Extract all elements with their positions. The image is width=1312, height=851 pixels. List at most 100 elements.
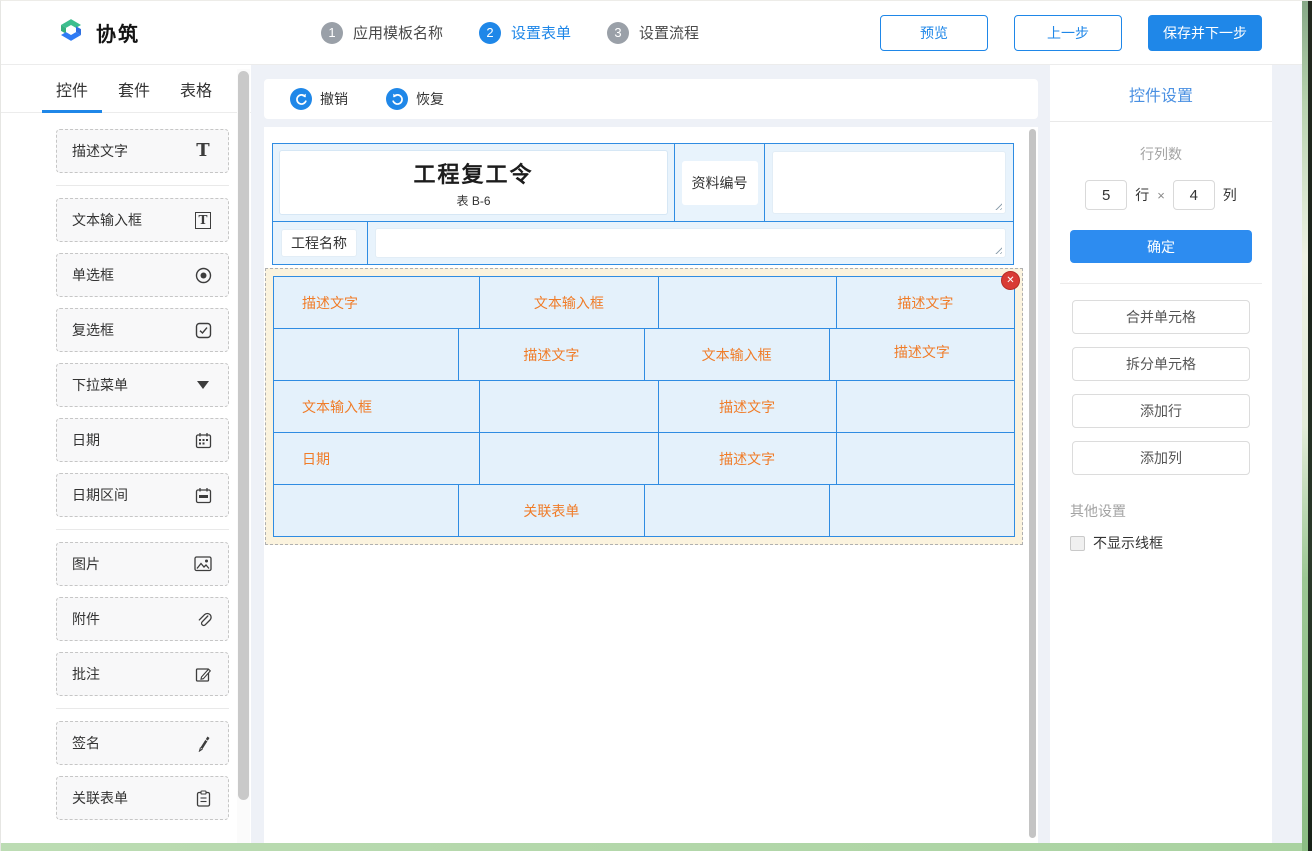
widget-item-关联表单[interactable]: 关联表单 [56,776,229,820]
table-cell-文本输入框[interactable]: 文本输入框 [480,277,658,329]
project-name-label[interactable]: 工程名称 [281,229,357,257]
table-action-拆分单元格[interactable]: 拆分单元格 [1072,347,1250,381]
hide-border-checkbox[interactable] [1070,536,1085,551]
widget-item-批注[interactable]: 批注 [56,652,229,696]
widget-item-日期[interactable]: 日期 [56,418,229,462]
widget-item-描述文字[interactable]: 描述文字 T [56,129,229,173]
app-logo: 协筑 [56,15,140,50]
preview-button[interactable]: 预览 [880,15,988,51]
table-cell-empty[interactable] [837,433,1015,485]
widget-group-divider [56,708,229,709]
header-actions: 预览 上一步 保存并下一步 [880,15,1262,51]
table-action-合并单元格[interactable]: 合并单元格 [1072,300,1250,334]
sidebar-tabs: 控件套件表格 [1,65,251,113]
form-title: 工程复工令 [413,157,533,189]
table-cell-empty[interactable] [480,381,658,433]
wizard-step-1[interactable]: 1应用模板名称 [321,22,443,44]
widget-group-divider [56,185,229,186]
table-cell-描述文字[interactable]: 描述文字 [659,381,837,433]
table-cell-empty[interactable] [480,433,658,485]
times-sign: × [1157,188,1165,203]
table-cell-empty[interactable] [659,277,837,329]
previous-step-button[interactable]: 上一步 [1014,15,1122,51]
project-name-input-cell [368,222,1013,264]
widget-item-日期区间[interactable]: 日期区间 [56,473,229,517]
table-cell-empty[interactable] [837,381,1015,433]
widget-item-label: 文本输入框 [72,210,142,230]
calendar-icon [193,432,213,449]
widget-item-label: 日期 [72,430,100,450]
desktop-edge-bottom [1,843,1303,851]
sidebar-scrollbar-thumb[interactable] [238,71,249,800]
save-next-button[interactable]: 保存并下一步 [1148,15,1262,51]
form-canvas: 工程复工令 表 B-6 资料编号 工程名称 [264,127,1038,851]
wizard-step-2[interactable]: 2设置表单 [479,22,571,44]
sidebar-tab-套件[interactable]: 套件 [118,65,150,112]
rowcol-label: 行列数 [1070,144,1252,164]
redo-button[interactable]: 恢复 [386,88,444,110]
cols-unit: 列 [1223,185,1237,205]
canvas-scrollbar-thumb[interactable] [1029,129,1036,838]
text-icon: T [193,142,213,160]
widget-item-label: 日期区间 [72,485,128,505]
widget-item-签名[interactable]: 签名 [56,721,229,765]
other-settings-label: 其他设置 [1070,501,1252,521]
table-cell-文本输入框[interactable]: 文本输入框 [645,329,830,381]
checkbox-icon [193,322,213,339]
sidebar-tab-表格[interactable]: 表格 [180,65,212,112]
project-name-cell: 工程名称 [273,222,368,264]
table-cell-描述文字[interactable]: 描述文字 [830,329,1015,381]
step-label: 设置表单 [511,22,571,43]
canvas-column: 撤销 恢复 [264,65,1038,851]
form-title-widget[interactable]: 工程复工令 表 B-6 [279,150,668,215]
selected-table-widget[interactable]: ✕ 描述文字文本输入框描述文字描述文字文本输入框描述文字文本输入框描述文字日期描… [265,268,1023,545]
widget-item-复选框[interactable]: 复选框 [56,308,229,352]
widget-list: 描述文字 T 文本输入框T 单选框复选框下拉菜单日期日期区间图片附件批注签名关联表单 [1,113,251,839]
table-cell-empty[interactable] [645,485,830,537]
widget-item-下拉菜单[interactable]: 下拉菜单 [56,363,229,407]
doc-number-textarea[interactable] [772,151,1006,214]
table-cell-描述文字[interactable]: 描述文字 [274,277,480,329]
rows-input[interactable] [1085,180,1127,210]
canvas-toolbar: 撤销 恢复 [264,79,1038,119]
sidebar-tab-控件[interactable]: 控件 [56,65,88,112]
wizard-step-3[interactable]: 3设置流程 [607,22,699,44]
form-table: 描述文字文本输入框描述文字描述文字文本输入框描述文字文本输入框描述文字日期描述文… [273,276,1015,537]
widget-item-附件[interactable]: 附件 [56,597,229,641]
widget-item-单选框[interactable]: 单选框 [56,253,229,297]
logo-icon [56,15,86,50]
widget-item-label: 签名 [72,733,100,753]
table-action-添加列[interactable]: 添加列 [1072,441,1250,475]
table-cell-日期[interactable]: 日期 [274,433,480,485]
table-cell-描述文字[interactable]: 描述文字 [459,329,644,381]
table-cell-描述文字[interactable]: 描述文字 [837,277,1015,329]
confirm-button[interactable]: 确定 [1070,230,1252,263]
table-cell-文本输入框[interactable]: 文本输入框 [274,381,480,433]
widget-item-文本输入框[interactable]: 文本输入框T [56,198,229,242]
widget-item-图片[interactable]: 图片 [56,542,229,586]
radio-icon [193,267,213,284]
sidebar-scrollbar [237,69,250,844]
undo-button[interactable]: 撤销 [290,88,348,110]
cols-input[interactable] [1173,180,1215,210]
table-cell-empty[interactable] [830,485,1015,537]
table-action-buttons: 合并单元格拆分单元格添加行添加列 [1070,300,1252,475]
form-header-row2: 工程名称 [273,222,1013,264]
table-cell-描述文字[interactable]: 描述文字 [659,433,837,485]
table-action-添加行[interactable]: 添加行 [1072,394,1250,428]
table-cell-empty[interactable] [274,329,459,381]
table-cell-关联表单[interactable]: 关联表单 [459,485,644,537]
widget-item-label: 附件 [72,609,100,629]
hide-border-option[interactable]: 不显示线框 [1070,533,1252,553]
table-cell-empty[interactable] [274,485,459,537]
calendar-range-icon [193,487,213,504]
doc-number-label[interactable]: 资料编号 [682,161,758,205]
form-header-block: 工程复工令 表 B-6 资料编号 工程名称 [272,143,1014,265]
widget-item-label: 描述文字 [72,141,128,161]
step-label: 设置流程 [639,22,699,43]
delete-table-button[interactable]: ✕ [1001,271,1020,290]
widget-sidebar: 控件套件表格 描述文字 T 文本输入框T 单选框复选框下拉菜单日期日期区间图片附件批注… [1,65,251,851]
project-name-textarea[interactable] [375,228,1006,258]
rowcol-inputs: 行 × 列 [1070,180,1252,210]
hide-border-label: 不显示线框 [1093,533,1163,553]
